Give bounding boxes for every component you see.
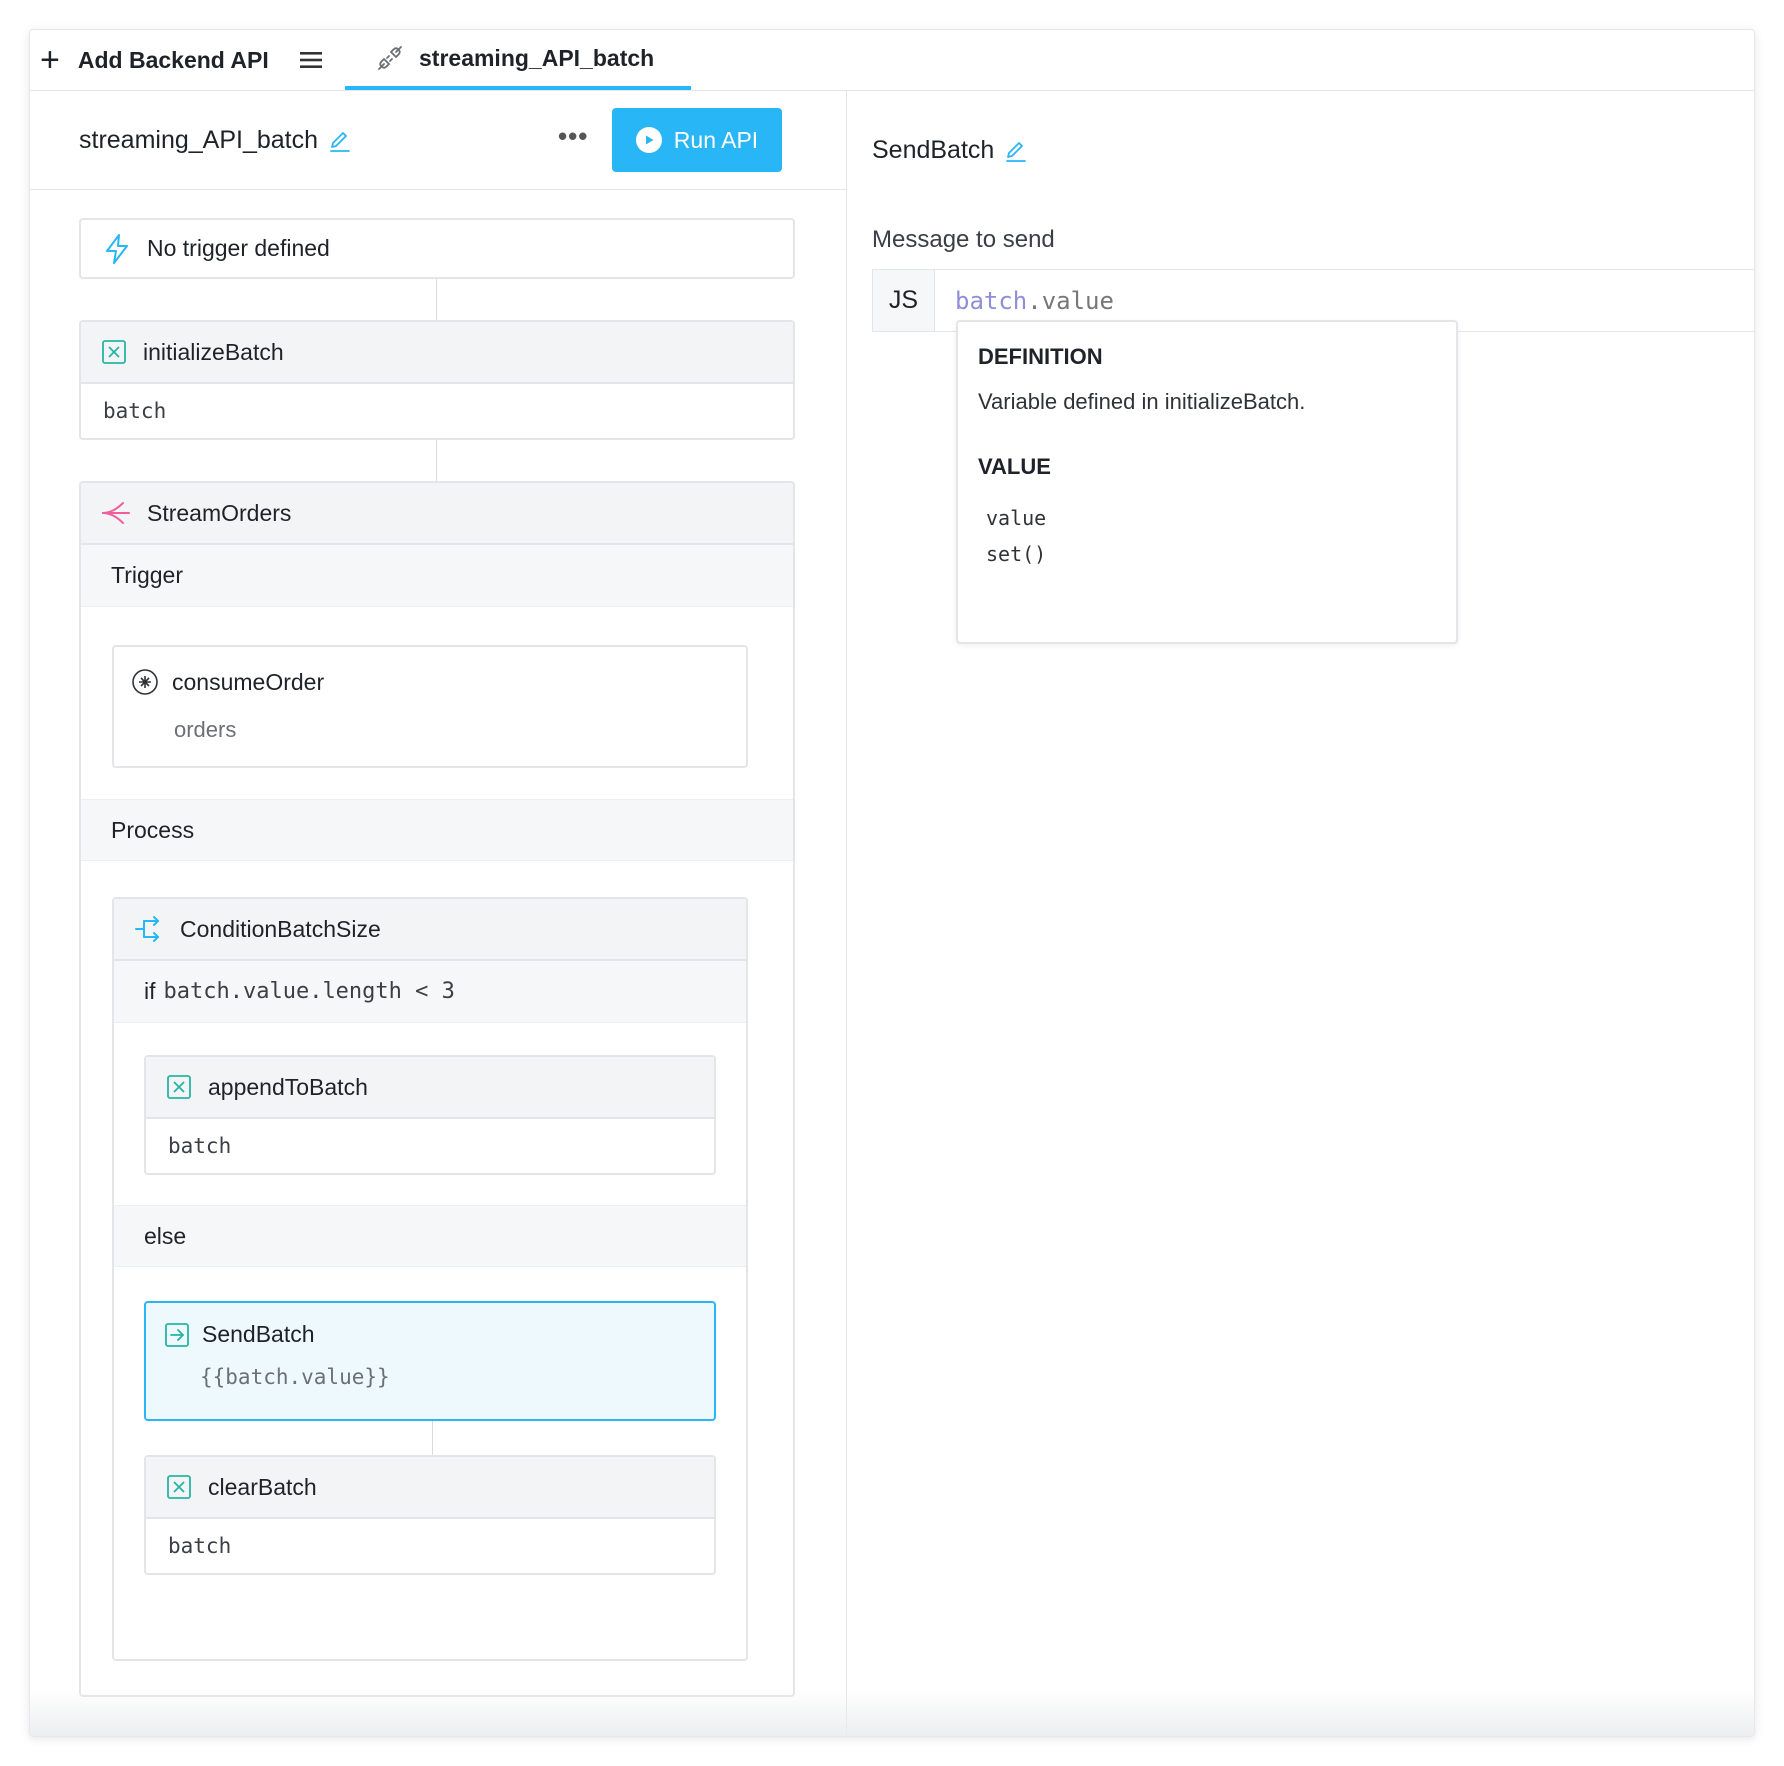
trigger-card[interactable]: No trigger defined: [79, 218, 795, 279]
connector-line: [436, 438, 437, 482]
autocomplete-tooltip: DEFINITION Variable defined in initializ…: [956, 320, 1458, 644]
step-card-append-to-batch[interactable]: appendToBatch batch: [144, 1055, 716, 1175]
consume-order-card[interactable]: consumeOrder orders: [112, 645, 748, 768]
add-backend-api-label: Add Backend API: [77, 46, 269, 73]
step-card-send-batch[interactable]: SendBatch {{batch.value}}: [144, 1301, 716, 1421]
step-title: ConditionBatchSize: [180, 915, 381, 942]
variable-icon: [102, 340, 126, 364]
edit-pencil-icon[interactable]: [1004, 139, 1028, 163]
add-backend-api-button[interactable]: + Add Backend API: [40, 30, 269, 90]
definition-text: Variable defined in initializeBatch.: [978, 389, 1306, 414]
if-condition-row: if batch.value.length < 3: [114, 961, 746, 1023]
condition-card[interactable]: ConditionBatchSize if batch.value.length…: [112, 897, 748, 1661]
run-api-button[interactable]: Run API: [612, 108, 782, 172]
step-title: initializeBatch: [143, 338, 284, 365]
send-arrow-icon: [165, 1322, 189, 1347]
else-label: else: [114, 1205, 746, 1267]
step-body: batch: [168, 1134, 232, 1158]
process-section-label: Process: [81, 799, 793, 861]
variable-icon: [167, 1475, 191, 1499]
api-name[interactable]: streaming_API_batch: [79, 126, 352, 155]
consume-order-title: consumeOrder: [172, 668, 325, 695]
step-title: clearBatch: [208, 1473, 317, 1500]
step-header: clearBatch: [146, 1457, 714, 1519]
step-header: initializeBatch: [81, 322, 793, 384]
tab-label: streaming_API_batch: [419, 44, 655, 71]
condition-branch-icon: [135, 916, 159, 942]
value-heading: VALUE: [978, 454, 1051, 479]
step-header: StreamOrders: [81, 483, 793, 545]
api-header: streaming_API_batch ••• Run API: [30, 91, 846, 190]
step-card-clear-batch[interactable]: clearBatch batch: [144, 1455, 716, 1575]
value-line: set(): [986, 542, 1047, 566]
step-title: appendToBatch: [208, 1073, 368, 1100]
more-options-button[interactable]: •••: [558, 121, 588, 152]
tab-streaming-api-batch[interactable]: streaming_API_batch: [345, 30, 691, 90]
step-header: ConditionBatchSize: [114, 899, 746, 961]
trigger-section-label: Trigger: [81, 545, 793, 607]
js-mode-tag[interactable]: JS: [873, 270, 935, 331]
plus-icon: +: [40, 41, 60, 79]
step-header: appendToBatch: [146, 1057, 714, 1119]
step-header: SendBatch: [164, 1321, 315, 1348]
api-name-label: streaming_API_batch: [79, 126, 319, 154]
message-to-send-label: Message to send: [872, 226, 1055, 253]
plug-icon: [378, 46, 402, 70]
definition-heading: DEFINITION: [978, 344, 1103, 369]
play-icon: [635, 127, 662, 153]
consume-order-header: consumeOrder: [130, 667, 324, 697]
step-card-stream-orders[interactable]: StreamOrders Trigger consumeOrder orders…: [79, 481, 795, 1697]
step-title: SendBatch: [202, 1321, 315, 1347]
step-card-initialize-batch[interactable]: initializeBatch batch: [79, 320, 795, 440]
variable-icon: [167, 1075, 191, 1099]
bottom-fade: [30, 1690, 1754, 1736]
step-detail-title[interactable]: SendBatch: [872, 136, 1028, 165]
if-keyword: if: [144, 978, 156, 1004]
code-variable: batch: [955, 286, 1028, 315]
step-body: batch: [103, 399, 167, 423]
edit-pencil-icon[interactable]: [328, 129, 352, 153]
step-body: {{batch.value}}: [200, 1365, 390, 1389]
run-api-label: Run API: [673, 126, 759, 153]
connector-line: [436, 277, 437, 321]
code-property: .value: [1027, 286, 1114, 315]
lightning-icon: [106, 233, 128, 264]
value-line: value: [986, 506, 1047, 530]
step-title: StreamOrders: [147, 499, 292, 526]
api-editor-panel: streaming_API_batch ••• Run API No trigg…: [30, 91, 847, 1736]
stream-fork-icon: [102, 502, 130, 524]
step-detail-title-label: SendBatch: [872, 136, 995, 164]
trigger-label: No trigger defined: [147, 235, 330, 261]
if-expression: batch.value.length < 3: [163, 979, 455, 1004]
tab-bar: + Add Backend API streaming_API_batch: [30, 30, 1754, 91]
connector-line: [432, 1421, 433, 1455]
consume-order-topic: orders: [174, 717, 237, 742]
step-body: batch: [168, 1534, 232, 1558]
kafka-consumer-icon: [132, 669, 158, 695]
step-detail-panel: SendBatch Message to send JS batch .value…: [848, 91, 1754, 1736]
hamburger-menu-icon[interactable]: [300, 30, 322, 90]
app-window: + Add Backend API streaming_API_batch st…: [29, 29, 1755, 1737]
